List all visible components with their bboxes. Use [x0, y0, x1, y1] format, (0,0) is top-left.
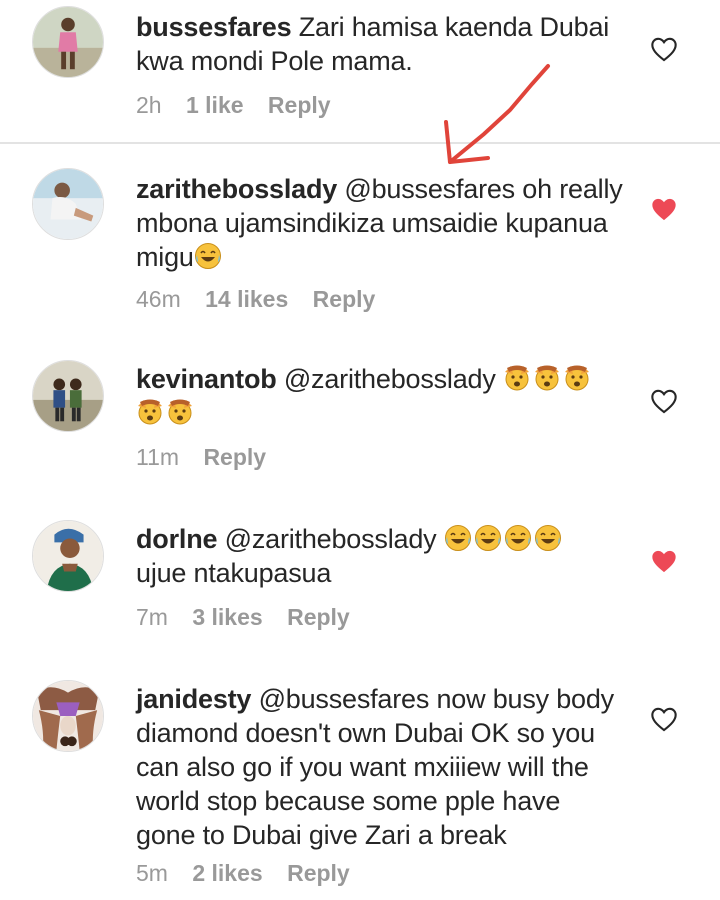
- comment-time: 46m: [136, 286, 181, 312]
- face-with-hands-emoji: [168, 399, 192, 425]
- comment-item: bussesfares Zari hamisa kaenda Dubai kwa…: [0, 0, 720, 142]
- comment-meta: 2h 1 like Reply: [136, 92, 349, 119]
- divider: [0, 142, 720, 144]
- avatar[interactable]: [32, 168, 104, 240]
- comment-likes[interactable]: 14 likes: [205, 286, 288, 312]
- comment-text: kevinantob @zarithebosslady: [136, 362, 636, 430]
- face-with-tears-of-joy-emoji: [194, 243, 221, 269]
- avatar[interactable]: [32, 520, 104, 592]
- comment-time: 2h: [136, 92, 162, 118]
- comment-meta: 7m 3 likes Reply: [136, 604, 368, 631]
- comment-time: 5m: [136, 860, 168, 886]
- comment-time: 7m: [136, 604, 168, 630]
- comment-item: janidesty @bussesfares now busy body dia…: [0, 660, 720, 900]
- comment-text: janidesty @bussesfares now busy body dia…: [136, 682, 626, 852]
- comment-item: dorlne @zarithebosslady ujue ntakupasua …: [0, 500, 720, 650]
- comment-time: 11m: [136, 444, 180, 470]
- comment-mention[interactable]: @bussesfares: [259, 684, 430, 714]
- heart-icon[interactable]: [650, 548, 678, 574]
- avatar[interactable]: [32, 360, 104, 432]
- comment-body: ujue ntakupasua: [136, 558, 332, 588]
- face-with-hands-emoji: [504, 365, 529, 391]
- reply-button[interactable]: Reply: [287, 860, 350, 886]
- comment-mention[interactable]: @zarithebosslady: [225, 524, 437, 554]
- face-with-tears-of-joy-emoji: [504, 525, 531, 551]
- comment-meta: 5m 2 likes Reply: [136, 860, 368, 887]
- comment-mention[interactable]: @zarithebosslady: [284, 364, 496, 394]
- face-with-hands-emoji: [138, 399, 162, 425]
- comment-meta: 11m Reply: [136, 444, 284, 471]
- heart-icon[interactable]: [650, 706, 678, 732]
- comment-username[interactable]: janidesty: [136, 684, 251, 714]
- face-with-hands-emoji: [534, 365, 559, 391]
- comment-likes[interactable]: 1 like: [186, 92, 244, 118]
- comment-meta: 46m 14 likes Reply: [136, 286, 393, 313]
- comment-text: dorlne @zarithebosslady ujue ntakupasua: [136, 522, 636, 590]
- reply-button[interactable]: Reply: [287, 604, 350, 630]
- face-with-tears-of-joy-emoji: [444, 525, 471, 551]
- avatar[interactable]: [32, 6, 104, 78]
- heart-icon[interactable]: [650, 388, 678, 414]
- comment-username[interactable]: zarithebosslady: [136, 174, 337, 204]
- comment-username[interactable]: dorlne: [136, 524, 218, 554]
- comment-item: zarithebosslady @bussesfares oh really m…: [0, 150, 720, 320]
- comment-likes[interactable]: 2 likes: [192, 860, 262, 886]
- comment-username[interactable]: bussesfares: [136, 12, 292, 42]
- comment-likes[interactable]: 3 likes: [192, 604, 262, 630]
- comment-text: zarithebosslady @bussesfares oh really m…: [136, 172, 636, 274]
- face-with-tears-of-joy-emoji: [474, 525, 501, 551]
- heart-icon[interactable]: [650, 196, 678, 222]
- avatar[interactable]: [32, 680, 104, 752]
- heart-icon[interactable]: [650, 36, 678, 62]
- comment-username[interactable]: kevinantob: [136, 364, 277, 394]
- comment-item: kevinantob @zarithebosslady 11m Reply: [0, 340, 720, 490]
- face-with-tears-of-joy-emoji: [534, 525, 561, 551]
- comment-mention[interactable]: @bussesfares: [344, 174, 515, 204]
- face-with-hands-emoji: [564, 365, 589, 391]
- reply-button[interactable]: Reply: [268, 92, 331, 118]
- reply-button[interactable]: Reply: [203, 444, 266, 470]
- comment-text: bussesfares Zari hamisa kaenda Dubai kwa…: [136, 10, 636, 78]
- reply-button[interactable]: Reply: [313, 286, 376, 312]
